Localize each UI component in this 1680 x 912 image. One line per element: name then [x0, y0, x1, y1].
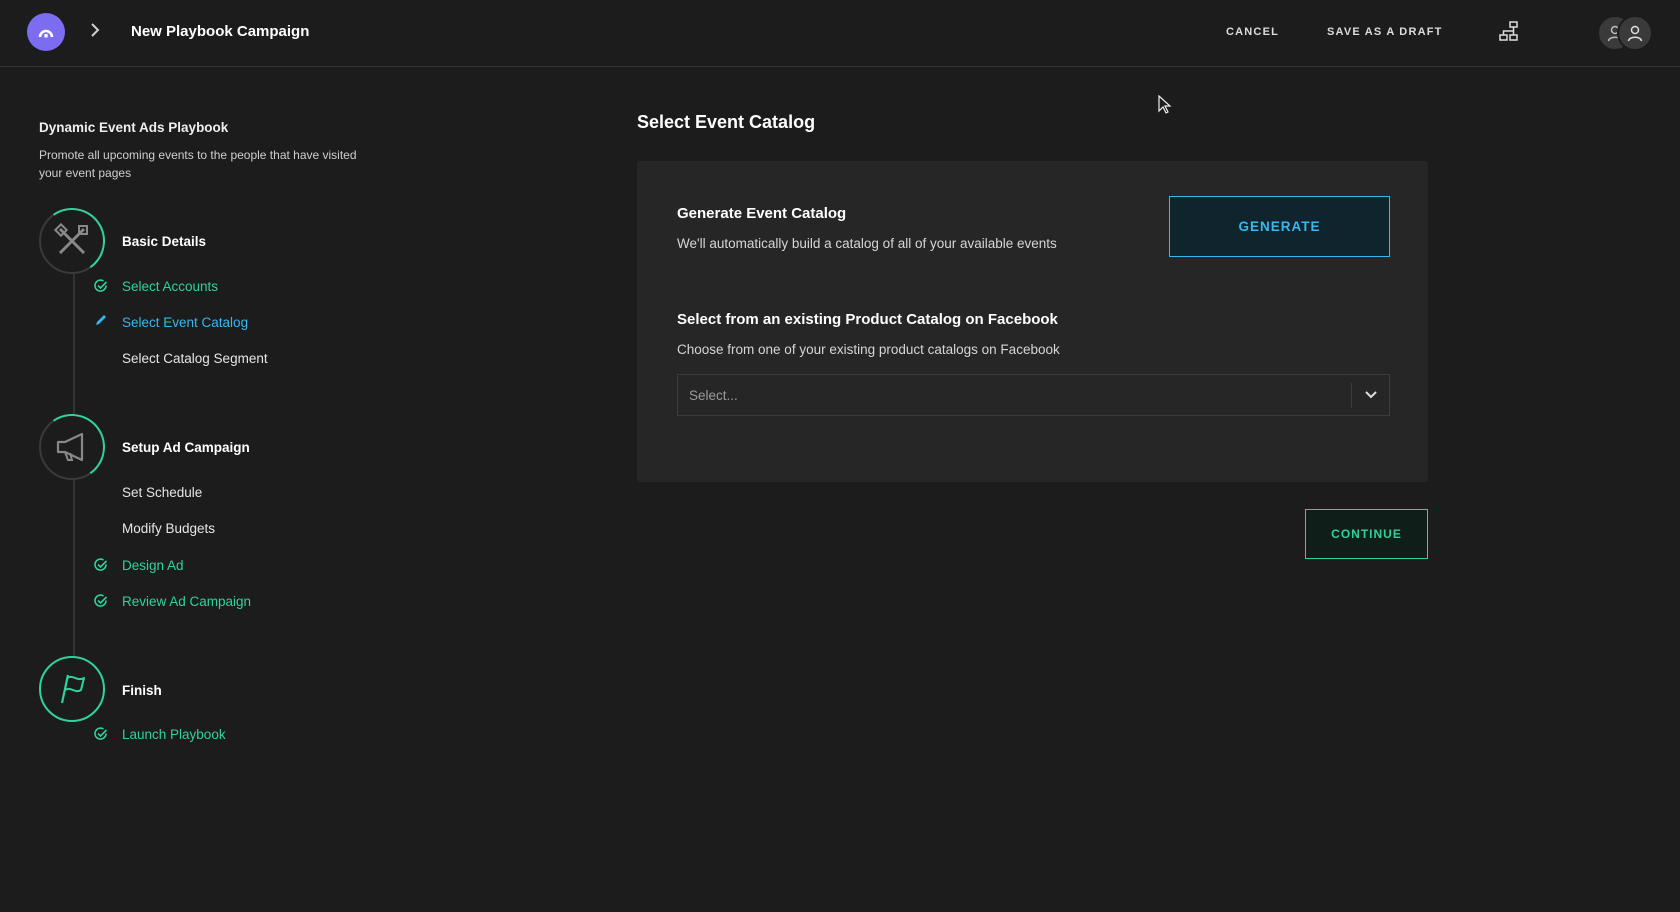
step-set-schedule[interactable]: Set Schedule	[122, 485, 202, 500]
playbook-description: Promote all upcoming events to the peopl…	[39, 148, 357, 180]
check-circle-icon	[94, 594, 108, 607]
generate-button[interactable]: GENERATE	[1169, 196, 1390, 257]
stage-icon-setup-ad-campaign	[39, 414, 105, 480]
existing-catalog-description: Choose from one of your existing product…	[677, 342, 1060, 357]
stage-icon-finish	[39, 656, 105, 722]
megaphone-icon	[56, 432, 84, 462]
generate-catalog-title: Generate Event Catalog	[677, 205, 847, 222]
continue-button[interactable]: CONTINUE	[1305, 509, 1428, 559]
top-bar: New Playbook Campaign CANCEL SAVE AS A D…	[0, 0, 1680, 67]
logo-icon	[38, 29, 54, 38]
step-select-accounts[interactable]: Select Accounts	[122, 279, 218, 294]
step-modify-budgets[interactable]: Modify Budgets	[122, 521, 215, 536]
cancel-button[interactable]: CANCEL	[1226, 26, 1279, 38]
stage-title: Setup Ad Campaign	[122, 440, 250, 455]
chevron-right-icon	[91, 23, 100, 37]
avatar	[1617, 15, 1653, 51]
tools-icon	[54, 223, 88, 255]
step-select-event-catalog[interactable]: Select Event Catalog	[122, 315, 248, 330]
select-divider	[1351, 383, 1352, 408]
avatar-group[interactable]	[1597, 15, 1653, 51]
check-circle-icon	[94, 727, 108, 740]
stage-title: Finish	[122, 683, 162, 698]
existing-catalog-title: Select from an existing Product Catalog …	[677, 311, 1058, 328]
select-placeholder: Select...	[689, 388, 738, 403]
product-catalog-select[interactable]: Select...	[677, 374, 1390, 416]
check-circle-icon	[94, 558, 108, 571]
playbook-title: Dynamic Event Ads Playbook	[39, 120, 229, 135]
catalog-panel: Generate Event Catalog We'll automatical…	[637, 161, 1428, 482]
generate-catalog-description: We'll automatically build a catalog of a…	[677, 236, 1057, 251]
progress-line	[73, 480, 75, 656]
chevron-down-icon[interactable]	[1364, 389, 1378, 401]
page-title: New Playbook Campaign	[131, 23, 310, 40]
mouse-cursor-icon	[1158, 95, 1172, 114]
step-design-ad[interactable]: Design Ad	[122, 558, 184, 573]
save-draft-button[interactable]: SAVE AS A DRAFT	[1327, 26, 1443, 38]
step-launch-playbook[interactable]: Launch Playbook	[122, 727, 226, 742]
user-icon	[1627, 25, 1643, 42]
app-logo[interactable]	[27, 13, 65, 51]
org-chart-icon[interactable]	[1498, 20, 1520, 42]
stage-title: Basic Details	[122, 234, 207, 249]
section-heading: Select Event Catalog	[637, 112, 816, 132]
step-review-ad-campaign[interactable]: Review Ad Campaign	[122, 594, 251, 609]
step-select-catalog-segment[interactable]: Select Catalog Segment	[122, 351, 268, 366]
check-circle-icon	[94, 279, 108, 292]
pencil-icon	[96, 315, 106, 325]
progress-line	[73, 274, 75, 414]
stage-icon-basic-details	[39, 208, 105, 274]
flag-icon	[60, 674, 85, 704]
